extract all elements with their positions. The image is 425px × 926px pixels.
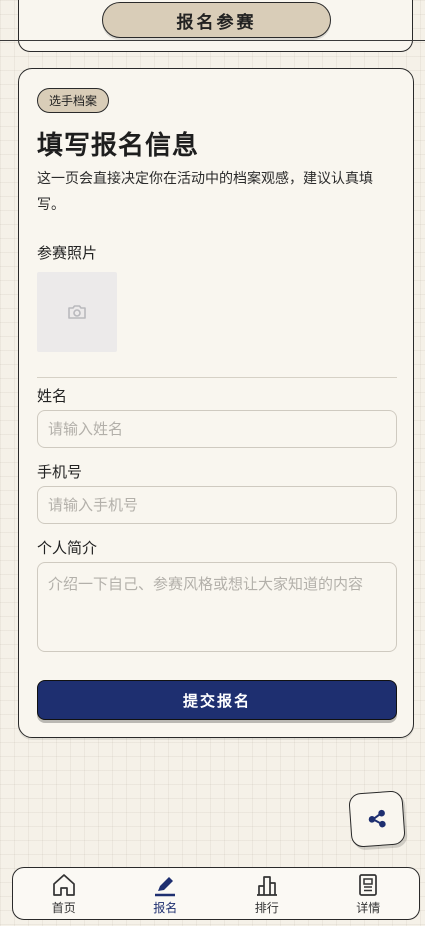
section-divider	[37, 377, 397, 378]
photo-upload[interactable]	[37, 272, 117, 352]
nav-item-home[interactable]: 首页	[13, 868, 115, 919]
form-heading: 填写报名信息	[37, 131, 200, 161]
nav-item-ranking[interactable]: 排行	[216, 868, 318, 919]
nav-label-ranking: 排行	[254, 901, 279, 915]
document-icon	[359, 874, 378, 896]
nav-label-home: 首页	[51, 901, 76, 915]
phone-input[interactable]	[37, 486, 397, 524]
form-description: 这一页会直接决定你在活动中的档案观感，建议认真填写。	[37, 171, 373, 213]
header-divider	[0, 40, 425, 41]
camera-icon	[68, 305, 86, 319]
bio-textarea[interactable]	[37, 562, 397, 652]
ranking-icon	[256, 876, 277, 896]
nav-label-register: 报名	[153, 901, 178, 915]
phone-label: 手机号	[37, 463, 83, 481]
registration-form-card: 选手档案 填写报名信息 这一页会直接决定你在活动中的档案观感，建议认真填写。 参…	[18, 68, 414, 738]
photo-label: 参赛照片	[37, 244, 98, 262]
pen-icon	[155, 877, 176, 897]
share-icon	[368, 809, 386, 828]
nav-label-details: 详情	[356, 901, 381, 915]
bio-label: 个人简介	[37, 539, 98, 557]
name-input[interactable]	[37, 410, 397, 448]
section-badge: 选手档案	[37, 88, 110, 113]
home-icon	[52, 874, 75, 896]
submit-button[interactable]: 提交报名	[37, 680, 397, 720]
nav-item-register[interactable]: 报名	[115, 868, 217, 919]
share-button[interactable]	[348, 790, 406, 848]
bottom-nav: 首页 报名 排行 详情	[12, 867, 420, 920]
name-label: 姓名	[37, 387, 68, 405]
nav-item-details[interactable]: 详情	[318, 868, 420, 919]
page-title: 报名参赛	[102, 2, 331, 38]
